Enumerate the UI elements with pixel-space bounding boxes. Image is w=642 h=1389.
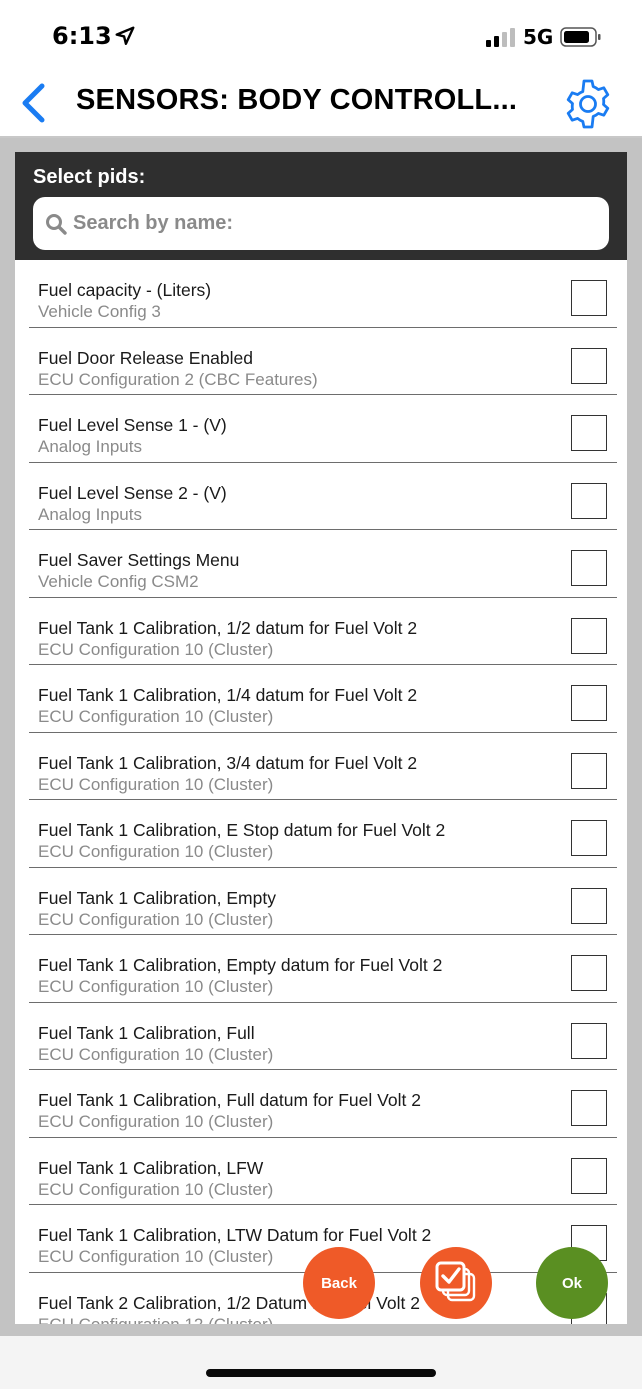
network-label: 5G xyxy=(523,25,554,49)
home-indicator[interactable] xyxy=(206,1369,436,1377)
list-item-name: Fuel Tank 1 Calibration, Full xyxy=(38,1022,255,1043)
list-item-group: ECU Configuration 10 (Cluster) xyxy=(38,1179,274,1199)
list-item[interactable]: Fuel Door Release Enabled ECU Configurati… xyxy=(29,328,617,395)
pid-list: Fuel capacity - (Liters) Vehicle Config 3… xyxy=(29,260,617,1324)
list-item[interactable]: Fuel Level Sense 2 - (V) Analog Inputs xyxy=(29,463,617,530)
list-item[interactable]: Fuel Tank 1 Calibration, Full ECU Configu… xyxy=(29,1003,617,1070)
list-item-name: Fuel Tank 1 Calibration, 3/4 datum for F… xyxy=(38,752,418,773)
list-item-group: ECU Configuration 10 (Cluster) xyxy=(38,1112,274,1131)
battery-icon xyxy=(560,27,601,47)
list-item[interactable]: Fuel Tank 1 Calibration, E Stop datum fo… xyxy=(29,800,617,868)
list-item-group: ECU Configuration 10 (Cluster) xyxy=(38,909,274,929)
nav-bar: SENSORS: BODY CONTROLL... xyxy=(0,74,642,138)
list-item-group: ECU Configuration 10 (Cluster) xyxy=(38,707,274,726)
list-item[interactable]: Fuel Saver Settings Menu Vehicle Config C… xyxy=(29,530,617,598)
list-item[interactable]: Fuel Tank 1 Calibration, LFW ECU Configur… xyxy=(29,1138,617,1205)
page-title: SENSORS: BODY CONTROLL... xyxy=(76,84,518,116)
list-item[interactable]: Fuel Tank 1 Calibration, 3/4 datum for F… xyxy=(29,733,617,800)
list-item-name: Fuel Tank 1 Calibration, E Stop datum fo… xyxy=(38,820,446,840)
list-item[interactable]: Fuel capacity - (Liters) Vehicle Config 3 xyxy=(29,260,617,328)
list-item-group: ECU Configuration 10 (Cluster) xyxy=(38,1044,274,1064)
select-checkbox[interactable] xyxy=(571,820,607,856)
back-button[interactable]: Back xyxy=(303,1247,375,1319)
list-item-name: Fuel Door Release Enabled xyxy=(38,347,253,368)
select-checkbox[interactable] xyxy=(571,550,607,586)
select-checkbox[interactable] xyxy=(571,1022,607,1059)
list-item[interactable]: Fuel Tank 1 Calibration, Full datum for … xyxy=(29,1070,617,1138)
select-checkbox[interactable] xyxy=(571,482,607,519)
list-item[interactable]: Fuel Tank 1 Calibration, 1/2 datum for F… xyxy=(29,598,617,665)
list-item-name: Fuel Tank 1 Calibration, Empty datum for… xyxy=(38,955,443,975)
select-checkbox[interactable] xyxy=(571,617,607,654)
list-item-name: Fuel Level Sense 2 - (V) xyxy=(38,482,227,503)
gear-icon[interactable] xyxy=(562,78,614,130)
list-item[interactable]: Fuel Tank 1 Calibration, Empty ECU Config… xyxy=(29,868,617,935)
chevron-left-icon[interactable] xyxy=(18,82,48,124)
list-item-group: Vehicle Config 3 xyxy=(38,302,161,321)
ok-button-label: Ok xyxy=(561,1274,582,1292)
list-item[interactable]: Fuel Level Sense 1 - (V) Analog Inputs xyxy=(29,395,617,463)
list-item-group: ECU Configuration 12 (Cluster) xyxy=(38,1314,274,1325)
select-checkbox[interactable] xyxy=(571,887,607,924)
select-checkbox[interactable] xyxy=(571,347,607,384)
list-item-name: Fuel Tank 1 Calibration, LTW Datum for F… xyxy=(38,1225,432,1245)
list-item-name: Fuel Tank 1 Calibration, 1/4 datum for F… xyxy=(38,685,418,705)
list-item-group: Analog Inputs xyxy=(38,504,142,524)
search-box[interactable] xyxy=(33,197,609,250)
cellular-signal-icon xyxy=(486,28,515,47)
select-checkbox[interactable] xyxy=(571,415,607,451)
select-all-button[interactable] xyxy=(420,1247,492,1319)
list-item-name: Fuel Level Sense 1 - (V) xyxy=(38,415,227,435)
list-item-name: Fuel Saver Settings Menu xyxy=(38,550,240,570)
ok-button[interactable]: Ok xyxy=(536,1247,608,1319)
list-item-group: ECU Configuration 10 (Cluster) xyxy=(38,774,274,794)
list-item-name: Fuel Tank 1 Calibration, LFW xyxy=(38,1157,264,1178)
list-item-group: ECU Configuration 10 (Cluster) xyxy=(38,977,274,996)
list-item-name: Fuel capacity - (Liters) xyxy=(38,280,212,300)
list-item-name: Fuel Tank 1 Calibration, Empty xyxy=(38,887,276,908)
list-item-group: ECU Configuration 10 (Cluster) xyxy=(38,639,274,659)
multi-check-icon xyxy=(435,1261,476,1302)
status-time: 6:13 xyxy=(52,22,112,50)
list-item-group: Vehicle Config CSM2 xyxy=(38,572,199,591)
home-indicator-area xyxy=(0,1336,642,1389)
location-arrow-icon xyxy=(115,26,135,45)
list-item-group: ECU Configuration 2 (CBC Features) xyxy=(38,369,318,389)
list-item[interactable]: Fuel Tank 1 Calibration, Empty datum for… xyxy=(29,935,617,1003)
list-item-group: ECU Configuration 10 (Cluster) xyxy=(38,1247,274,1266)
select-checkbox[interactable] xyxy=(571,1157,607,1194)
select-checkbox[interactable] xyxy=(571,1090,607,1126)
list-item[interactable]: Fuel Tank 1 Calibration, 1/4 datum for F… xyxy=(29,665,617,733)
select-checkbox[interactable] xyxy=(571,752,607,789)
list-item-group: ECU Configuration 10 (Cluster) xyxy=(38,842,274,861)
search-input[interactable] xyxy=(73,197,593,250)
search-icon xyxy=(46,214,67,235)
panel-header: Select pids: xyxy=(15,152,627,260)
list-item-name: Fuel Tank 1 Calibration, Full datum for … xyxy=(38,1090,421,1110)
select-checkbox[interactable] xyxy=(571,685,607,721)
select-checkbox[interactable] xyxy=(571,955,607,991)
select-checkbox[interactable] xyxy=(571,280,607,316)
pid-selection-panel: Select pids: Fuel capacity - (Liters) Veh… xyxy=(15,152,627,1324)
back-button-label: Back xyxy=(321,1274,357,1292)
panel-title: Select pids: xyxy=(33,166,146,188)
list-item-name: Fuel Tank 1 Calibration, 1/2 datum for F… xyxy=(38,617,418,638)
list-item-group: Analog Inputs xyxy=(38,437,142,456)
status-bar: 6:13 5G xyxy=(0,0,642,74)
